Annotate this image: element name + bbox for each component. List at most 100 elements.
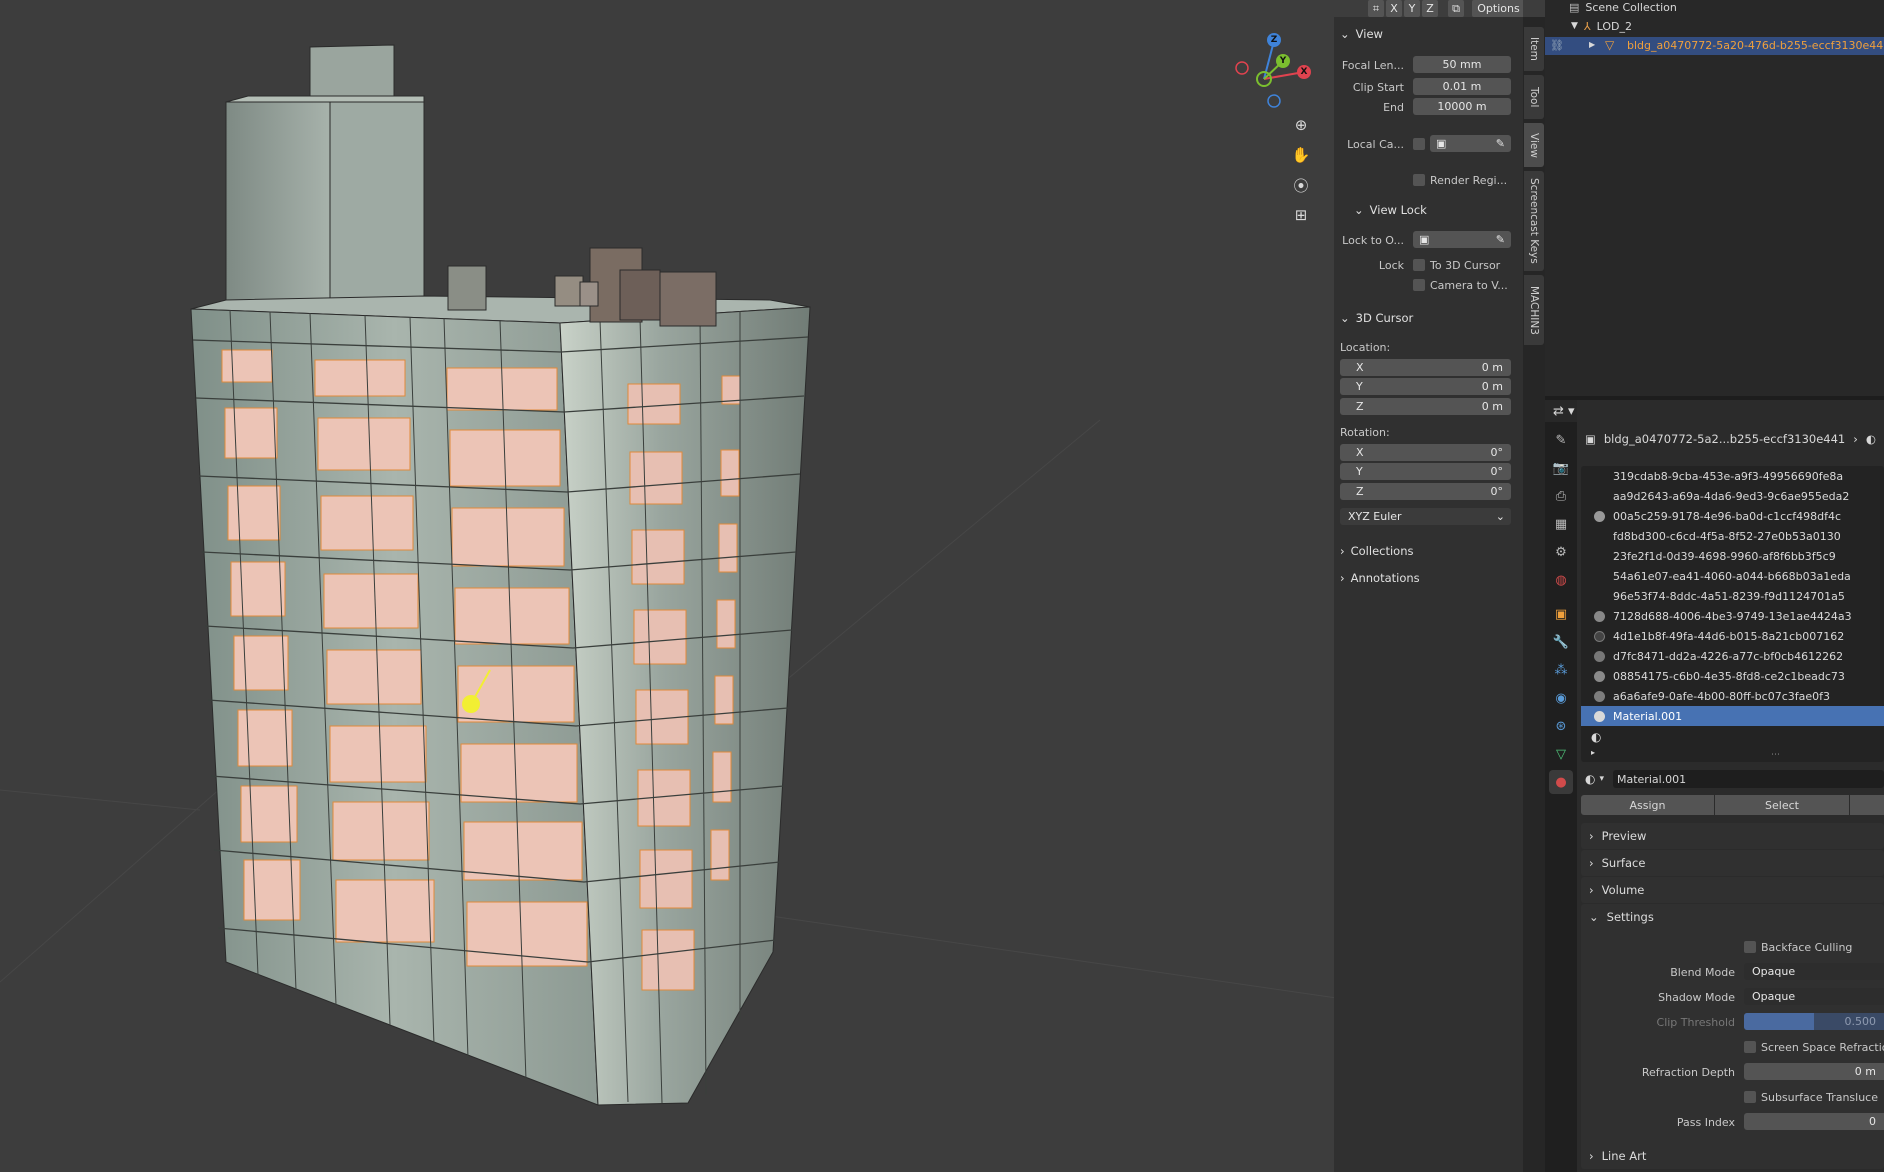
tab-screencast-keys[interactable]: Screencast Keys	[1524, 171, 1544, 271]
lock-to-object-field[interactable]: ▣ ✎	[1413, 231, 1511, 248]
gizmo-y-icon[interactable]: Y	[1276, 54, 1290, 68]
cursor-rotation-z[interactable]: Z 0°	[1340, 483, 1511, 500]
options-dropdown[interactable]: Options ▾	[1472, 0, 1523, 17]
constraints-tab-icon[interactable]: ⊛	[1549, 714, 1573, 738]
cursor-location-y[interactable]: Y 0 m	[1340, 378, 1511, 395]
volume-panel-header[interactable]: › Volume	[1577, 877, 1884, 903]
outliner-selected-row[interactable]: ⛓ ▶ ▽ bldg_a0470772-5a20-476d-b255-eccf3…	[1545, 37, 1884, 55]
view-section-header[interactable]: ⌄ View	[1340, 27, 1383, 41]
tab-view[interactable]: View	[1524, 123, 1544, 167]
line-art-panel-header[interactable]: › Line Art	[1577, 1143, 1884, 1169]
particles-tab-icon[interactable]: ⁂	[1549, 658, 1573, 682]
list-item[interactable]: 00a5c259-9178-4e96-ba0d-c1ccf498df4c	[1589, 506, 1884, 526]
list-item[interactable]: fd8bd300-c6cd-4f5a-8f52-27e0b53a0130	[1589, 526, 1884, 546]
pass-index-field[interactable]: 0	[1744, 1113, 1884, 1130]
material-browse[interactable]: ◐ ▾	[1585, 770, 1604, 788]
tab-tool[interactable]: Tool	[1524, 75, 1544, 119]
chevron-right-icon[interactable]: ▶	[1589, 40, 1595, 49]
preview-panel-header[interactable]: › Preview	[1577, 823, 1884, 849]
list-item[interactable]: aa9d2643-a69a-4da6-9ed3-9c6ae955eda2	[1589, 486, 1884, 506]
local-camera-checkbox[interactable]	[1413, 138, 1425, 150]
mirror-z-toggle[interactable]: Z	[1422, 0, 1438, 17]
pan-hand-icon[interactable]: ✋	[1288, 142, 1314, 168]
assign-button[interactable]: Assign	[1581, 795, 1714, 815]
tab-item[interactable]: Item	[1524, 27, 1544, 71]
list-item[interactable]: 7128d688-4006-4be3-9749-13e1ae4424a3	[1589, 606, 1884, 626]
local-camera-field[interactable]: ▣ ✎	[1430, 135, 1511, 152]
material-name-field[interactable]: Material.001	[1613, 770, 1884, 788]
cursor-location-x[interactable]: X 0 m	[1340, 359, 1511, 376]
object-name: bldg_a0470772-5a2...b255-eccf3130e441	[1603, 432, 1846, 446]
focal-length-field[interactable]: 50 mm	[1413, 56, 1511, 73]
chevron-down-icon[interactable]: ▼	[1571, 21, 1578, 31]
list-item[interactable]: 96e53f74-8ddc-4a51-8239-f9d1124701a5	[1589, 586, 1884, 606]
clip-start-field[interactable]: 0.01 m	[1413, 78, 1511, 95]
clip-threshold-slider[interactable]: 0.500	[1744, 1013, 1884, 1030]
surface-panel-header[interactable]: › Surface	[1577, 850, 1884, 876]
list-item[interactable]: 319cdab8-9cba-453e-a9f3-49956690fe8a	[1589, 466, 1884, 486]
tab-machin3[interactable]: MACHIN3	[1524, 275, 1544, 345]
list-item[interactable]: 54a61e07-ea41-4060-a044-b668b03a1eda	[1589, 566, 1884, 586]
rotation-mode-dropdown[interactable]: XYZ Euler ⌄	[1340, 508, 1511, 525]
3d-cursor-header[interactable]: ⌄ 3D Cursor	[1340, 311, 1413, 325]
physics-tab-icon[interactable]: ◉	[1549, 686, 1573, 710]
snap-icon[interactable]: ⧉	[1448, 0, 1464, 17]
view-layer-tab-icon[interactable]: ▦	[1549, 512, 1573, 536]
cursor-rotation-x[interactable]: X 0°	[1340, 444, 1511, 461]
tool-tab-icon[interactable]: ✎	[1549, 428, 1573, 452]
data-tab-icon[interactable]: ▽	[1549, 742, 1573, 766]
navigation-gizmo[interactable]: Z X Y	[1232, 30, 1312, 110]
lock-camera-checkbox[interactable]	[1413, 279, 1425, 291]
render-tab-icon[interactable]: 📷	[1549, 456, 1573, 480]
eyedropper-icon[interactable]: ✎	[1496, 137, 1505, 150]
resize-handle-icon[interactable]: ⋯	[1771, 750, 1780, 760]
screen-space-refraction-checkbox[interactable]	[1744, 1041, 1756, 1053]
refraction-depth-field[interactable]: 0 m	[1744, 1063, 1884, 1080]
material-slot-list[interactable]: 319cdab8-9cba-453e-a9f3-49956690fe8a aa9…	[1581, 466, 1884, 762]
gizmo-z-icon[interactable]: Z	[1267, 33, 1281, 47]
list-item[interactable]: 08854175-c6b0-4e35-8fd8-ce2c1beadc73	[1589, 666, 1884, 686]
output-tab-icon[interactable]: ⎙	[1549, 484, 1573, 508]
mirror-x-toggle[interactable]: X	[1386, 0, 1402, 17]
lock-to-cursor-checkbox[interactable]	[1413, 259, 1425, 271]
object-tab-icon[interactable]: ▣	[1549, 602, 1573, 626]
blend-mode-dropdown[interactable]: Opaque	[1744, 963, 1884, 980]
ortho-grid-icon[interactable]: ⊞	[1288, 202, 1314, 228]
deselect-button[interactable]	[1850, 795, 1884, 815]
eyedropper-icon[interactable]: ✎	[1496, 233, 1505, 246]
select-button[interactable]: Select	[1715, 795, 1849, 815]
annotations-header[interactable]: › Annotations	[1340, 571, 1420, 585]
clip-end-field[interactable]: 10000 m	[1413, 98, 1511, 115]
outliner-collection[interactable]: ▼ ⅄ LOD_2	[1571, 18, 1632, 34]
list-item[interactable]: 23fe2f1d-0d39-4698-9960-af8f6bb3f5c9	[1589, 546, 1884, 566]
collections-header[interactable]: › Collections	[1340, 544, 1413, 558]
cursor-location-z[interactable]: Z 0 m	[1340, 398, 1511, 415]
settings-panel-header[interactable]: ⌄ Settings	[1577, 904, 1884, 930]
subsurface-translucency-label: Subsurface Transluce	[1761, 1091, 1878, 1104]
gizmo-settings-icon[interactable]: ⌗	[1368, 0, 1384, 17]
material-tab-icon[interactable]: ●	[1549, 770, 1573, 794]
object-icon: ▣	[1419, 233, 1430, 246]
list-item[interactable]: a6a6afe9-0afe-4b00-80ff-bc07c3fae0f3	[1589, 686, 1884, 706]
zoom-icon[interactable]: ⊕	[1288, 112, 1314, 138]
list-item[interactable]: d7fc8471-dd2a-4226-a77c-bf0cb4612262	[1589, 646, 1884, 666]
axis-y-label: Y	[1356, 465, 1363, 478]
view-lock-header[interactable]: ⌄ View Lock	[1354, 203, 1427, 217]
outliner-root[interactable]: ▤ Scene Collection	[1569, 0, 1677, 14]
cursor-rotation-y[interactable]: Y 0°	[1340, 463, 1511, 480]
list-item-active[interactable]: Material.001	[1581, 706, 1884, 726]
list-item[interactable]: 4d1e1b8f-49fa-44d6-b015-8a21cb007162	[1589, 626, 1884, 646]
mirror-y-toggle[interactable]: Y	[1404, 0, 1420, 17]
chevron-down-icon[interactable]: ▸	[1591, 748, 1595, 757]
render-region-checkbox[interactable]	[1413, 174, 1425, 186]
gizmo-x-icon[interactable]: X	[1297, 65, 1311, 79]
subsurface-translucency-checkbox[interactable]	[1744, 1091, 1756, 1103]
shadow-mode-dropdown[interactable]: Opaque	[1744, 988, 1884, 1005]
world-tab-icon[interactable]: ◍	[1549, 568, 1573, 592]
backface-culling-checkbox[interactable]	[1744, 941, 1756, 953]
3d-viewport[interactable]: ⌗ X Y Z ⧉ Options ▾ Z X Y ⊕ ✋ ⦿ ⊞	[0, 0, 1523, 1172]
scene-tab-icon[interactable]: ⚙	[1549, 540, 1573, 564]
editor-type-icon[interactable]: ⇄ ▾	[1553, 404, 1575, 419]
camera-view-icon[interactable]: ⦿	[1288, 172, 1314, 198]
modifier-tab-icon[interactable]: 🔧	[1549, 630, 1573, 654]
